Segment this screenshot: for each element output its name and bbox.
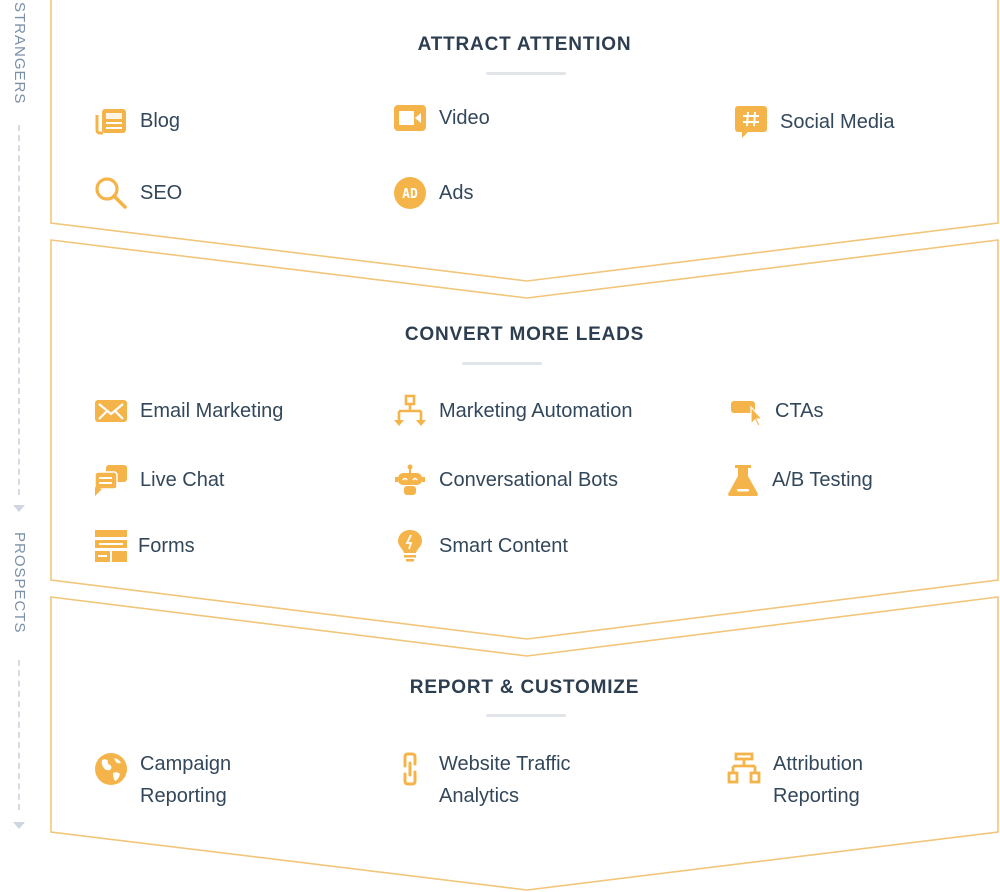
section-frame-report — [50, 596, 999, 891]
title-underline — [486, 714, 566, 717]
chat-bubbles-icon — [94, 463, 128, 497]
item-label-line2: Analytics — [439, 785, 520, 807]
newspaper-icon — [94, 104, 128, 138]
item-label: Ads — [439, 182, 474, 204]
item-smart-content: Smart Content — [393, 529, 568, 563]
envelope-icon — [94, 394, 128, 428]
item-forms: Forms — [94, 529, 195, 563]
item-attribution-reporting: Attribution Reporting — [727, 748, 863, 812]
item-seo: SEO — [94, 176, 182, 210]
stage-dashed-line — [18, 125, 20, 495]
svg-text:AD: AD — [402, 187, 418, 202]
item-label: Campaign — [140, 753, 232, 775]
item-social-media: Social Media — [734, 105, 895, 139]
item-blog: Blog — [94, 104, 180, 138]
stage-dashed-line — [18, 660, 20, 810]
item-label: SEO — [140, 182, 183, 204]
item-label: Forms — [138, 535, 195, 557]
title-underline — [462, 362, 542, 365]
cta-cursor-icon — [729, 394, 763, 428]
item-label: Social Media — [780, 111, 895, 133]
robot-icon — [393, 463, 427, 497]
item-label-line2: Reporting — [773, 785, 860, 807]
item-label: Smart Content — [439, 535, 568, 557]
workflow-icon — [393, 394, 427, 428]
item-label: Email Marketing — [140, 400, 284, 422]
section-frame-convert — [50, 239, 999, 640]
item-ctas: CTAs — [729, 394, 824, 428]
item-ads: AD Ads — [393, 176, 473, 210]
section-title-report: REPORT & CUSTOMIZE — [409, 677, 640, 698]
item-campaign-reporting: Campaign Reporting — [94, 748, 231, 812]
item-label: Video — [439, 107, 490, 129]
hierarchy-icon — [727, 752, 761, 786]
item-label: Conversational Bots — [439, 469, 618, 491]
ad-badge-icon: AD — [393, 176, 427, 210]
side-label-prospects: PROSPECTS — [11, 532, 28, 634]
item-conversational-bots: Conversational Bots — [393, 463, 618, 497]
section-title-convert: CONVERT MORE LEADS — [404, 324, 645, 345]
globe-icon — [94, 752, 128, 786]
flask-icon — [726, 463, 760, 497]
lightbulb-icon — [393, 529, 427, 563]
arrow-down-icon — [13, 822, 25, 829]
item-label: Website Traffic — [439, 753, 571, 775]
item-live-chat: Live Chat — [94, 463, 225, 497]
magnifier-icon — [94, 176, 128, 210]
item-marketing-automation: Marketing Automation — [393, 394, 632, 428]
item-label: Blog — [140, 110, 181, 132]
item-label: Live Chat — [140, 469, 225, 491]
item-ab-testing: A/B Testing — [726, 463, 873, 497]
hashtag-chat-icon — [734, 105, 768, 139]
link-icon — [393, 752, 427, 786]
item-label: A/B Testing — [772, 469, 873, 491]
section-title-attract: ATTRACT ATTENTION — [417, 34, 632, 55]
title-underline — [486, 72, 566, 75]
item-website-traffic-analytics: Website Traffic Analytics — [393, 748, 571, 812]
item-label-line2: Reporting — [140, 785, 227, 807]
form-icon — [94, 529, 128, 563]
side-label-strangers: STRANGERS — [11, 2, 28, 105]
arrow-down-icon — [13, 505, 25, 512]
item-label: Marketing Automation — [439, 400, 633, 422]
video-camera-icon — [393, 101, 427, 135]
item-email-marketing: Email Marketing — [94, 394, 283, 428]
item-video: Video — [393, 101, 490, 135]
item-label: Attribution — [773, 753, 864, 775]
item-label: CTAs — [775, 400, 824, 422]
